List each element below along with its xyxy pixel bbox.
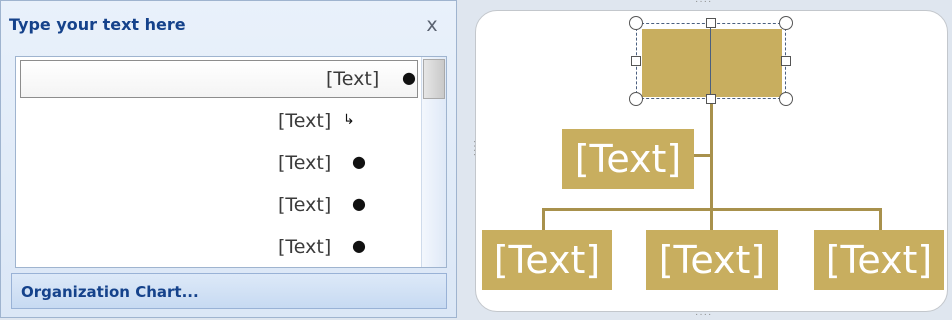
connector-assistant <box>692 154 712 157</box>
resize-handle[interactable] <box>629 92 643 106</box>
resize-handle[interactable] <box>781 56 791 66</box>
connector-drop-right <box>879 208 882 230</box>
list-item-text[interactable]: [Text] <box>278 110 331 132</box>
sub-level-arrow-icon: ↳ <box>343 112 355 128</box>
smartart-frame: ···· ···· ···· [Text] [Text] [Text] [Tex… <box>459 0 952 320</box>
assistant-shape[interactable]: [Text] <box>562 129 694 189</box>
bullet-icon: ● <box>352 152 366 171</box>
child-shape-2[interactable]: [Text] <box>646 230 778 290</box>
resize-handle[interactable] <box>631 56 641 66</box>
bullet-list: [Text] ● [Text] ↳ [Text] ● [Text] ● [Tex… <box>15 56 447 268</box>
resize-handle[interactable] <box>706 18 716 28</box>
child-shape-1[interactable]: [Text] <box>482 230 612 290</box>
scroll-thumb[interactable] <box>423 59 445 99</box>
bullet-icon: ● <box>352 236 366 255</box>
selection-frame <box>636 23 786 99</box>
list-item[interactable]: [Text] ● <box>20 60 418 98</box>
pane-title: Type your text here <box>9 15 186 34</box>
vertical-scrollbar[interactable] <box>421 57 446 267</box>
smartart-canvas: [Text] [Text] [Text] [Text] <box>475 10 948 312</box>
resize-handle[interactable] <box>629 16 643 30</box>
bullet-icon: ● <box>352 194 366 213</box>
close-icon[interactable]: x <box>421 14 443 36</box>
list-item-text[interactable]: [Text] <box>326 68 379 90</box>
connector-drop-left <box>542 208 545 230</box>
resize-handle[interactable] <box>779 92 793 106</box>
child-shape-3[interactable]: [Text] <box>814 230 944 290</box>
text-pane: Type your text here x [Text] ● [Text] ↳ … <box>0 0 457 318</box>
selection-center-line <box>710 23 711 99</box>
resize-handle[interactable] <box>779 16 793 30</box>
organization-chart-link[interactable]: Organization Chart... <box>11 273 447 309</box>
connector-drop-middle <box>710 208 713 230</box>
list-item-text[interactable]: [Text] <box>278 236 331 258</box>
resize-grip-top[interactable]: ···· <box>695 0 712 7</box>
connector-vertical <box>710 97 713 209</box>
list-item-text[interactable]: [Text] <box>278 194 331 216</box>
resize-handle[interactable] <box>706 94 716 104</box>
bullet-icon: ● <box>402 68 416 87</box>
list-item-text[interactable]: [Text] <box>278 152 331 174</box>
